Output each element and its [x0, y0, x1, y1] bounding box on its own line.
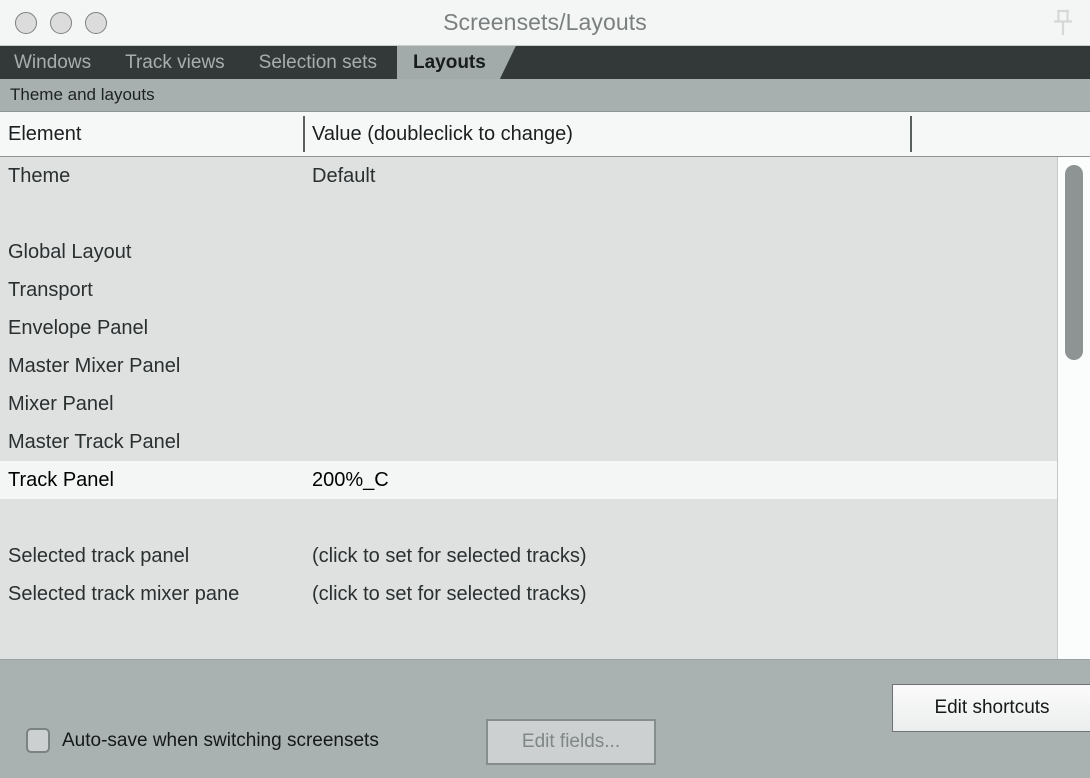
column-divider-1[interactable] [303, 116, 305, 152]
minimize-button[interactable] [50, 11, 72, 34]
table-row[interactable]: Theme Default [0, 157, 1057, 195]
table-rows: Theme Default Global Layout Transport En… [0, 157, 1057, 659]
row-element: Selected track panel [8, 544, 190, 567]
table-column-headers: Element Value (doubleclick to change) [0, 112, 1090, 157]
autosave-label: Auto-save when switching screensets [62, 729, 379, 751]
table-row[interactable]: Master Track Panel [0, 423, 1057, 461]
edit-shortcuts-label: Edit shortcuts [934, 697, 1050, 718]
table-row[interactable]: Master Mixer Panel [0, 347, 1057, 385]
table-row-spacer [0, 499, 1057, 537]
tab-label: Track views [125, 51, 225, 73]
column-header-element[interactable]: Element [8, 112, 81, 156]
tab-track-views[interactable]: Track views [111, 46, 251, 79]
tab-label: Windows [14, 51, 92, 73]
pushpin-icon[interactable] [1048, 6, 1078, 40]
table-row[interactable]: Global Layout [0, 233, 1057, 271]
close-button[interactable] [15, 11, 37, 34]
tab-bar: Windows Track views Selection sets Layou… [0, 46, 1090, 79]
tab-windows[interactable]: Windows [0, 46, 117, 79]
row-element: Theme [8, 164, 71, 187]
column-divider-2[interactable] [910, 116, 912, 152]
edit-fields-button[interactable]: Edit fields... [486, 719, 656, 765]
tab-layouts[interactable]: Layouts [397, 46, 516, 79]
row-value[interactable]: 200%_C [312, 469, 389, 492]
table-row[interactable]: Envelope Panel [0, 309, 1057, 347]
table-row[interactable]: Selected track mixer pane (click to set … [0, 575, 1057, 613]
row-element: Master Track Panel [8, 430, 181, 453]
row-element: Selected track mixer pane [8, 582, 240, 605]
window-title: Screensets/Layouts [443, 9, 647, 35]
row-element: Track Panel [8, 468, 114, 491]
row-value[interactable]: (click to set for selected tracks) [312, 583, 587, 606]
scrollbar-thumb[interactable] [1065, 165, 1083, 360]
column-header-value[interactable]: Value (doubleclick to change) [312, 112, 573, 156]
row-value[interactable]: (click to set for selected tracks) [312, 545, 587, 568]
tab-label: Layouts [412, 51, 486, 73]
section-header-label: Theme and layouts [10, 85, 155, 104]
autosave-checkbox[interactable] [26, 728, 50, 753]
row-value[interactable]: Default [312, 165, 375, 188]
layouts-table: Theme Default Global Layout Transport En… [0, 157, 1090, 660]
row-element: Global Layout [8, 240, 132, 263]
column-header-label: Element [8, 122, 82, 145]
row-element: Master Mixer Panel [8, 354, 181, 377]
table-row[interactable]: Selected track panel (click to set for s… [0, 537, 1057, 575]
row-element: Mixer Panel [8, 392, 114, 415]
table-row[interactable]: Transport [0, 271, 1057, 309]
section-header: Theme and layouts [0, 79, 1090, 112]
edit-fields-label: Edit fields... [521, 731, 621, 752]
screensets-layouts-window: Screensets/Layouts Windows Track views S… [0, 0, 1090, 778]
tab-selection-sets[interactable]: Selection sets [245, 46, 403, 79]
edit-shortcuts-button[interactable]: Edit shortcuts [892, 684, 1090, 732]
row-element: Transport [8, 278, 93, 301]
zoom-button[interactable] [85, 11, 107, 34]
row-element: Envelope Panel [8, 316, 149, 339]
table-row-spacer [0, 195, 1057, 233]
table-row-selected[interactable]: Track Panel 200%_C [0, 461, 1057, 499]
tab-bar-filler [509, 46, 1090, 79]
table-row[interactable]: Mixer Panel [0, 385, 1057, 423]
vertical-scrollbar[interactable] [1057, 157, 1090, 659]
autosave-row[interactable]: Auto-save when switching screensets [26, 728, 379, 753]
title-bar: Screensets/Layouts [0, 0, 1090, 46]
window-controls [0, 11, 107, 34]
column-header-label: Value (doubleclick to change) [312, 122, 573, 145]
tab-label: Selection sets [258, 51, 377, 73]
